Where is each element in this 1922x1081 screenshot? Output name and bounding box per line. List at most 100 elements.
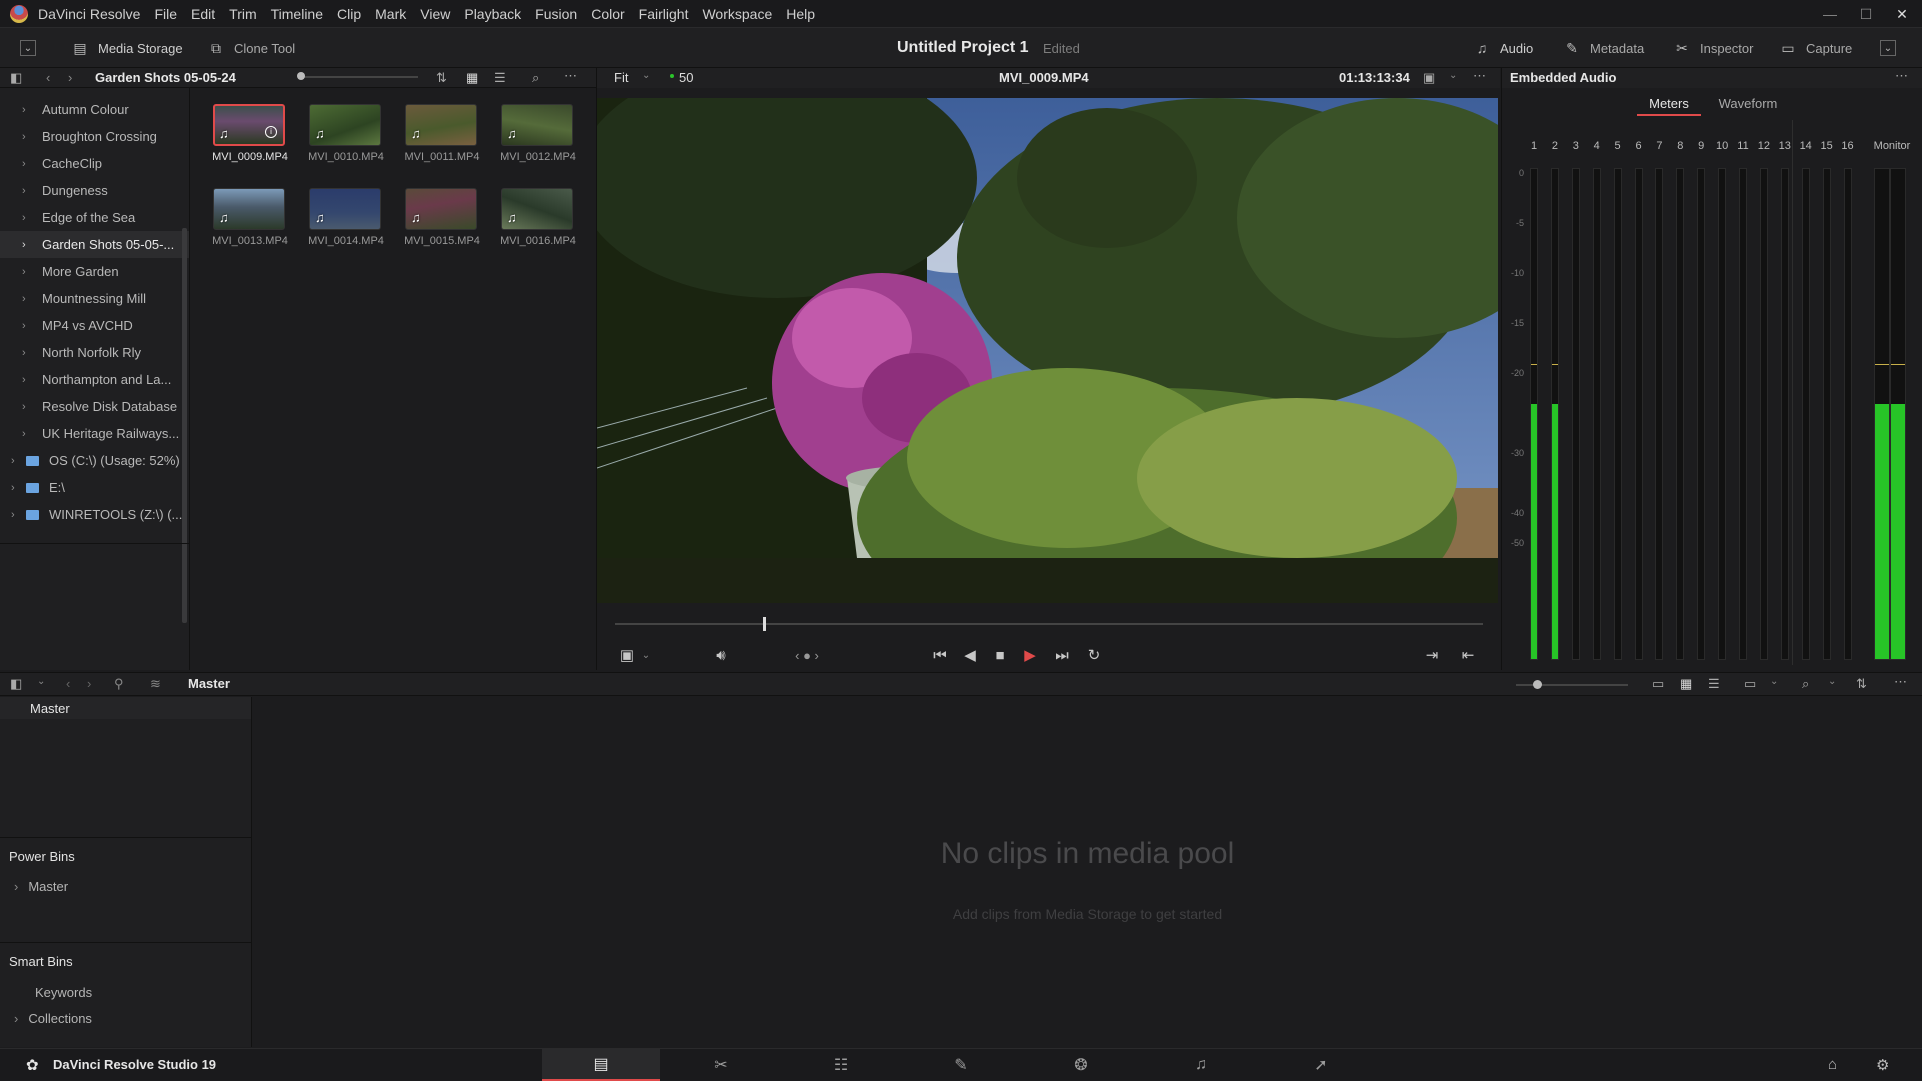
capture-button[interactable]: ▭ Capture (1778, 28, 1852, 68)
more-options-icon[interactable]: ⋯ (1895, 68, 1908, 84)
list-view-icon[interactable]: ☰ (494, 70, 506, 86)
menu-playback[interactable]: Playback (464, 6, 521, 22)
tab-waveform[interactable]: Waveform (1709, 94, 1787, 116)
menu-trim[interactable]: Trim (229, 6, 256, 22)
folder-cacheclip[interactable]: › CacheClip (0, 150, 189, 177)
sidebar-toggle-icon[interactable]: ◧ (10, 676, 22, 692)
back-arrow-icon[interactable]: ‹ (46, 70, 50, 85)
zoom-select[interactable]: Fit (614, 70, 628, 85)
metadata-button[interactable]: ✎ Metadata (1562, 28, 1644, 68)
folder-more-garden[interactable]: › More Garden (0, 258, 189, 285)
power-bin-master[interactable]: › Master (14, 879, 68, 894)
viewer-mode-icon[interactable]: ▣ (1423, 70, 1435, 86)
menu-edit[interactable]: Edit (191, 6, 215, 22)
loop-icon[interactable]: ↻ (1082, 640, 1106, 670)
menu-fairlight[interactable]: Fairlight (639, 6, 689, 22)
panel-toggle-button[interactable]: ⌄ (20, 28, 44, 68)
play-icon[interactable]: ▶ (1020, 640, 1040, 670)
thumbnail-size-slider-handle[interactable] (1533, 680, 1542, 689)
link-icon[interactable]: ⚲ (114, 676, 124, 692)
close-icon[interactable]: ✕ (1884, 0, 1920, 28)
menu-mark[interactable]: Mark (375, 6, 406, 22)
clip-thumbnail[interactable]: ♫ MVI_0014.MP4 (307, 188, 403, 268)
home-icon[interactable]: ⌂ (1828, 1056, 1837, 1073)
toolbar-expand-button[interactable]: ⌄ (1880, 28, 1904, 68)
tab-meters[interactable]: Meters (1637, 94, 1701, 116)
thumbnail-size-slider-handle[interactable] (297, 72, 305, 80)
filter-icon[interactable]: ≋ (150, 676, 161, 692)
edit-page-icon[interactable]: ☷ (782, 1049, 900, 1081)
clip-thumbnail[interactable]: ♫ MVI_0011.MP4 (403, 104, 499, 184)
minimize-icon[interactable]: — (1812, 0, 1848, 28)
grid-view-icon[interactable]: ▦ (466, 70, 478, 86)
smart-bin-collections[interactable]: › Collections (14, 1011, 92, 1026)
chevron-down-icon[interactable]: ⌄ (1828, 676, 1836, 687)
menu-file[interactable]: File (154, 6, 177, 22)
folder-broughton-crossing[interactable]: › Broughton Crossing (0, 123, 189, 150)
menu-clip[interactable]: Clip (337, 6, 361, 22)
display-mode-icon[interactable]: ▣ (615, 640, 639, 670)
folder-north-norfolk-rly[interactable]: › North Norfolk Rly (0, 339, 189, 366)
search-icon[interactable]: ⌕ (532, 70, 539, 86)
viewer-layout-icon[interactable]: ▭ (1744, 676, 1756, 692)
media-pool-area[interactable]: No clips in media pool Add clips from Me… (253, 697, 1922, 1047)
grid-view-icon[interactable]: ▦ (1680, 676, 1692, 692)
info-icon[interactable]: i (265, 126, 277, 138)
menu-workspace[interactable]: Workspace (702, 6, 772, 22)
search-icon[interactable]: ⌕ (1802, 676, 1809, 692)
sort-icon[interactable]: ⇅ (1856, 676, 1867, 692)
drive-os-c[interactable]: › OS (C:\) (Usage: 52%) (0, 447, 189, 474)
mark-out-icon[interactable]: ⇥ (1420, 640, 1444, 670)
menu-help[interactable]: Help (786, 6, 815, 22)
menu-view[interactable]: View (420, 6, 450, 22)
clip-thumbnail[interactable]: ♫ MVI_0013.MP4 (211, 188, 307, 268)
folder-resolve-disk-database[interactable]: › Resolve Disk Database (0, 393, 189, 420)
settings-gear-icon[interactable]: ⚙ (1876, 1056, 1889, 1074)
mark-in-icon[interactable]: ⇤ (1456, 640, 1480, 670)
folder-garden-shots[interactable]: › Garden Shots 05-05-... (0, 231, 189, 258)
audio-button[interactable]: ♫ Audio (1472, 28, 1534, 68)
jog-control[interactable]: ‹ ● › (777, 640, 837, 670)
chevron-down-icon[interactable]: ⌄ (1449, 70, 1457, 81)
skip-to-start-icon[interactable]: ⏮ (928, 640, 952, 670)
menu-color[interactable]: Color (591, 6, 624, 22)
more-options-icon[interactable]: ⋯ (1473, 68, 1486, 84)
bin-master[interactable]: Master (0, 697, 251, 719)
menu-fusion[interactable]: Fusion (535, 6, 577, 22)
stop-icon[interactable]: ■ (990, 640, 1010, 670)
fairlight-page-icon[interactable]: ♫ (1142, 1049, 1260, 1081)
more-options-icon[interactable]: ⋯ (564, 68, 577, 84)
metadata-view-icon[interactable]: ▭ (1652, 676, 1664, 692)
forward-arrow-icon[interactable]: › (68, 70, 72, 85)
chevron-down-icon[interactable]: ⌄ (642, 70, 650, 81)
more-options-icon[interactable]: ⋯ (1894, 674, 1907, 690)
folder-uk-heritage-railways[interactable]: › UK Heritage Railways... (0, 420, 189, 447)
list-view-icon[interactable]: ☰ (1708, 676, 1720, 692)
clone-tool-button[interactable]: ⧉ Clone Tool (206, 28, 295, 68)
deliver-page-icon[interactable]: ➚ (1262, 1049, 1380, 1081)
sort-icon[interactable]: ⇅ (436, 70, 447, 86)
chevron-down-icon[interactable]: ⌄ (37, 676, 45, 687)
folder-autumn-colour[interactable]: › Autumn Colour (0, 96, 189, 123)
tree-scrollbar[interactable] (182, 228, 187, 623)
thumbnail-size-slider[interactable] (298, 76, 418, 78)
chevron-down-icon[interactable]: ⌄ (1770, 676, 1778, 687)
media-page-icon[interactable]: ▤ (542, 1049, 660, 1081)
folder-mp4-vs-avchd[interactable]: › MP4 vs AVCHD (0, 312, 189, 339)
menu-timeline[interactable]: Timeline (271, 6, 323, 22)
folder-northampton[interactable]: › Northampton and La... (0, 366, 189, 393)
volume-icon[interactable]: 🔊︎ (709, 640, 733, 670)
folder-edge-of-the-sea[interactable]: › Edge of the Sea (0, 204, 189, 231)
playhead[interactable] (762, 617, 766, 631)
chevron-down-icon[interactable]: ⌄ (639, 640, 653, 670)
clip-thumbnail[interactable]: ♫ MVI_0015.MP4 (403, 188, 499, 268)
folder-dungeness[interactable]: › Dungeness (0, 177, 189, 204)
drive-e[interactable]: › E:\ (0, 474, 189, 501)
fusion-page-icon[interactable]: ✎ (902, 1049, 1020, 1081)
skip-to-end-icon[interactable]: ⏭ (1050, 640, 1074, 670)
media-storage-button[interactable]: ▤ Media Storage (70, 28, 182, 68)
smart-bin-keywords[interactable]: Keywords (35, 985, 92, 1000)
maximize-icon[interactable]: ☐ (1848, 0, 1884, 28)
forward-arrow-icon[interactable]: › (87, 676, 91, 691)
clip-thumbnail[interactable]: ♫ MVI_0010.MP4 (307, 104, 403, 184)
